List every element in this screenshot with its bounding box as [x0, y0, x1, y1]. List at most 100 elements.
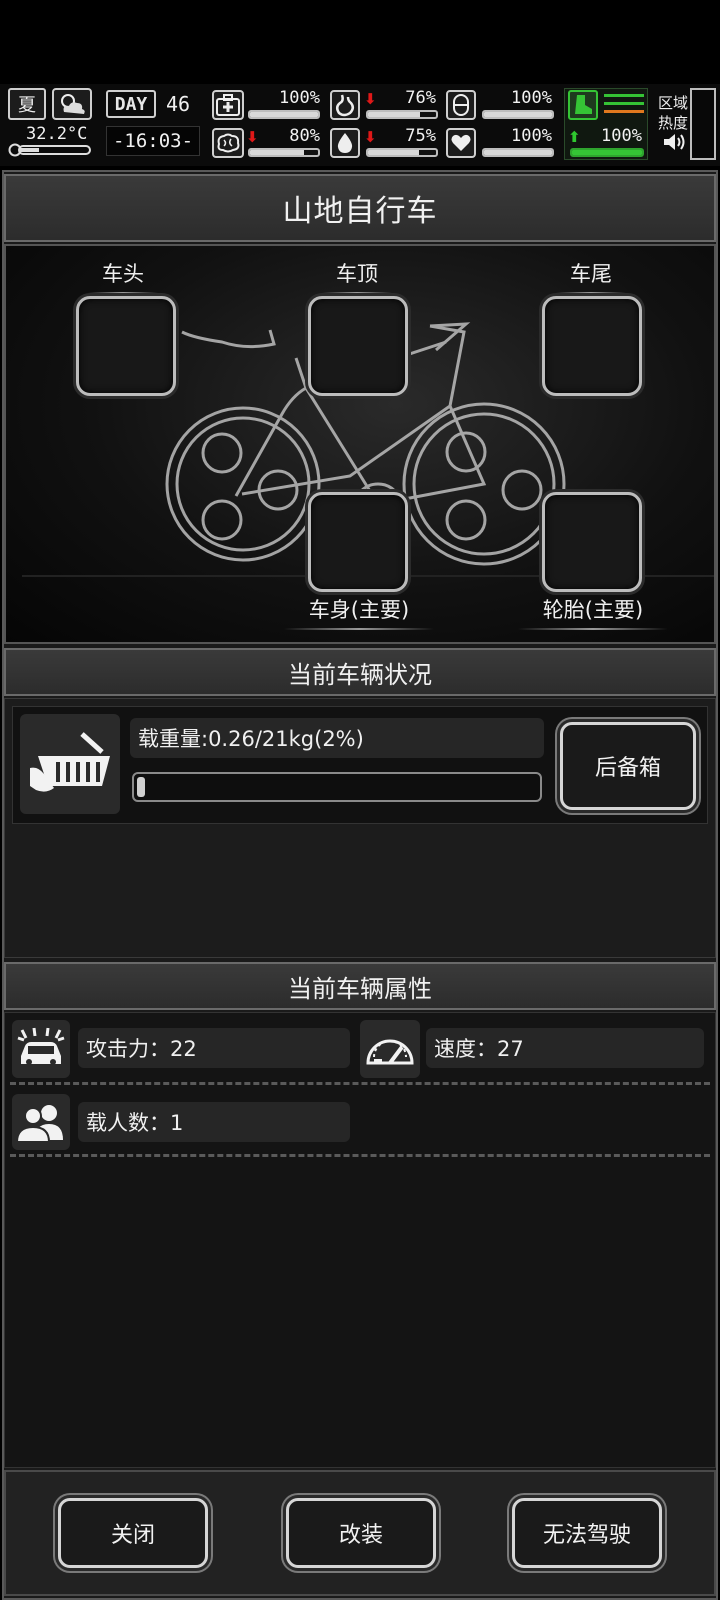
temperature-readout: 32.2°C [26, 124, 88, 144]
mood-stat-icon [446, 128, 476, 158]
page-title: 山地自行车 [282, 194, 438, 229]
slot-label-head: 车头 [88, 258, 158, 294]
zone-heat-label-2: 热度 [658, 114, 689, 132]
slot-label-body-text: 车身(主要) [308, 598, 410, 622]
season-label: 夏 [18, 95, 36, 116]
hunger-stat-fill [368, 112, 420, 117]
slot-top[interactable] [308, 296, 408, 396]
mood-stat-fill [484, 150, 552, 155]
slot-label-tail: 车尾 [556, 258, 626, 294]
mood-stat-bar [482, 148, 554, 157]
status-section-header: 当前车辆状况 [4, 648, 716, 696]
drive-button-label: 无法驾驶 [542, 1523, 631, 1548]
medicine-stat-value: 100% [511, 88, 552, 108]
slot-label-tire: 轮胎(主要) [518, 594, 668, 630]
medicine-stat-bar [482, 110, 554, 119]
thirst-stat-bar [366, 148, 438, 157]
stamina-bar [570, 148, 644, 157]
trunk-button-label: 后备箱 [594, 756, 661, 781]
sanity-stat-fill [250, 150, 305, 155]
hunger-stat-icon [330, 90, 360, 120]
attack-value: 攻击力：22 [86, 1037, 197, 1061]
day-number: 46 [166, 92, 191, 116]
slot-body[interactable] [308, 492, 408, 592]
slot-head[interactable] [76, 296, 176, 396]
clock-text: -16:03- [112, 130, 194, 152]
attribute-divider-2 [10, 1154, 710, 1157]
bike-display: 车头 车顶 车尾 车身(主要) 轮胎(主要) [4, 244, 716, 644]
status-section-title: 当前车辆状况 [288, 660, 432, 689]
clock-display: -16:03- [106, 126, 200, 156]
health-stat-value: 100% [279, 88, 320, 108]
load-progress-bar [132, 772, 542, 802]
zone-heat-label-1: 区域 [658, 94, 689, 112]
day-label: DAY [114, 93, 148, 115]
attributes-section-body [4, 1012, 716, 1468]
slot-label-head-text: 车头 [102, 262, 144, 286]
season-badge: 夏 [8, 88, 46, 120]
modify-button[interactable]: 改装 [286, 1498, 436, 1568]
thirst-stat-fill [368, 150, 419, 155]
basket-icon-box [20, 714, 120, 814]
stomach-icon [336, 94, 354, 117]
stamina-fill [572, 150, 642, 155]
medicine-stat-icon [446, 90, 476, 120]
stamina-lines [604, 94, 644, 118]
water-drop-icon [337, 133, 353, 153]
slot-label-body: 车身(主要) [284, 594, 434, 630]
health-stat-bar [248, 110, 320, 119]
slot-label-tire-text: 轮胎(主要) [542, 598, 644, 622]
close-button-label: 关闭 [110, 1523, 155, 1548]
sanity-stat-icon [212, 128, 244, 158]
hunger-stat-value: 76% [405, 88, 436, 108]
status-hud: 夏 32.2°C DAY 46 -16:03- 100% ⬇ 80% ⬇ 76%… [0, 84, 720, 166]
mood-stat-value: 100% [511, 126, 552, 146]
speed-field: 速度：27 [426, 1028, 704, 1068]
health-stat-icon [212, 90, 244, 120]
passengers-icon-box [12, 1094, 70, 1150]
passengers-value: 载人数：1 [86, 1111, 184, 1135]
attribute-divider [10, 1082, 710, 1085]
day-badge: DAY [106, 90, 156, 118]
attributes-section-header: 当前车辆属性 [4, 962, 716, 1010]
close-button[interactable]: 关闭 [58, 1498, 208, 1568]
trunk-button[interactable]: 后备箱 [560, 722, 696, 810]
slot-label-tail-text: 车尾 [570, 262, 612, 286]
stamina-value: 100% [601, 126, 642, 146]
thermometer-icon [8, 142, 92, 157]
slot-label-top: 车顶 [322, 258, 392, 294]
thirst-stat-value: 75% [405, 126, 436, 146]
load-weight-label: 载重量:0.26/21kg(2%) [130, 718, 544, 758]
modify-button-label: 改装 [338, 1523, 383, 1548]
pill-icon [453, 94, 469, 116]
speedometer-icon [366, 1039, 414, 1065]
passengers-field: 载人数：1 [78, 1102, 350, 1142]
car-crash-icon [17, 1027, 65, 1065]
sanity-stat-bar [248, 148, 320, 157]
load-weight-text: 载重量:0.26/21kg(2%) [138, 727, 364, 751]
basket-icon [30, 732, 110, 792]
attack-icon-box [12, 1020, 70, 1078]
drive-button[interactable]: 无法驾驶 [512, 1498, 662, 1568]
sanity-stat-value: 80% [289, 126, 320, 146]
slot-label-top-text: 车顶 [336, 262, 378, 286]
zone-heat-meter [690, 88, 716, 160]
title-bar: 山地自行车 [4, 174, 716, 242]
heart-icon [451, 134, 471, 151]
speed-icon-box [360, 1020, 420, 1078]
load-progress-fill [137, 777, 145, 797]
thirst-stat-icon [330, 128, 360, 158]
slot-tire[interactable] [542, 492, 642, 592]
weather-icon [52, 88, 92, 120]
speed-value: 速度：27 [434, 1037, 524, 1061]
slot-tail[interactable] [542, 296, 642, 396]
speaker-icon[interactable] [662, 132, 686, 156]
medkit-icon [216, 94, 240, 116]
health-stat-fill [250, 112, 318, 117]
people-icon [15, 1105, 63, 1142]
attack-field: 攻击力：22 [78, 1028, 350, 1068]
medicine-stat-fill [484, 112, 552, 117]
attributes-section-title: 当前车辆属性 [288, 974, 432, 1003]
hunger-stat-bar [366, 110, 438, 119]
boot-icon [568, 90, 598, 120]
